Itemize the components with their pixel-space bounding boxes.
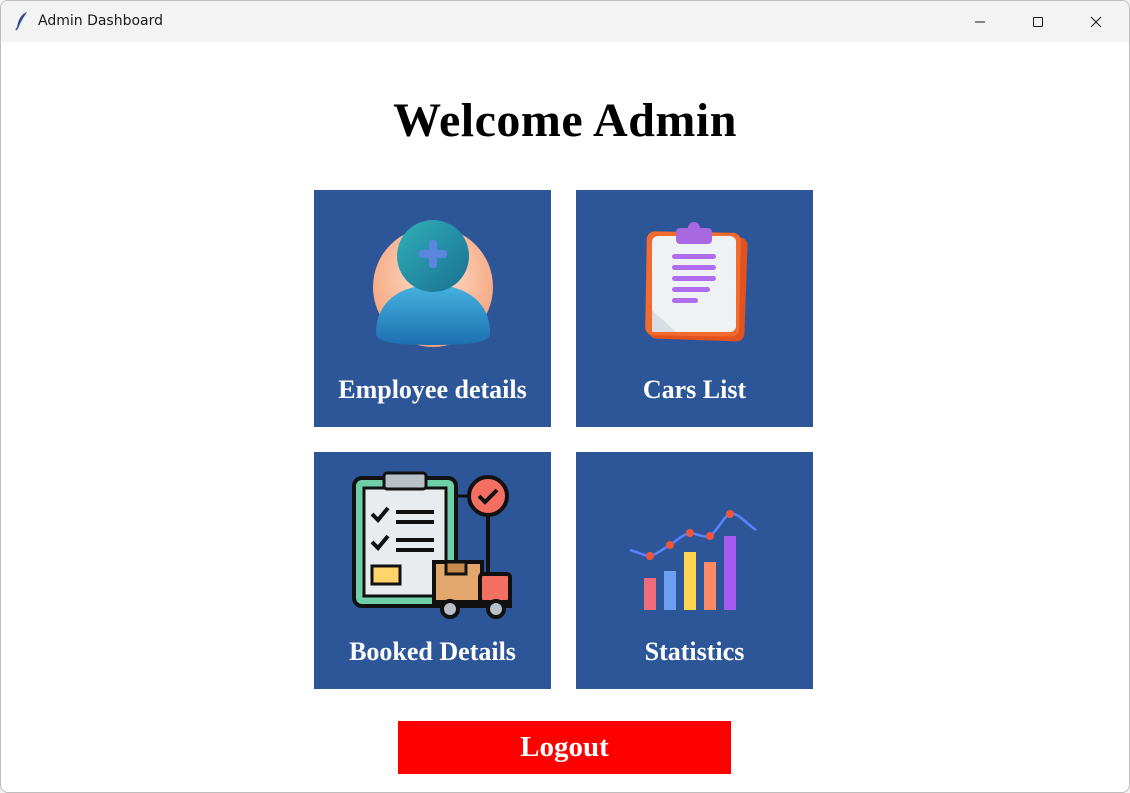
close-icon bbox=[1090, 16, 1102, 27]
logout-button[interactable]: Logout bbox=[398, 721, 731, 774]
maximize-icon bbox=[1033, 16, 1043, 27]
employee-details-button[interactable]: Employee details bbox=[314, 190, 551, 427]
welcome-heading: Welcome Admin bbox=[393, 94, 737, 147]
add-user-icon bbox=[373, 220, 493, 347]
bar-chart-icon bbox=[629, 510, 757, 610]
feather-icon bbox=[15, 12, 27, 31]
app-window: Admin Dashboard Welcome Admin Employee d… bbox=[0, 0, 1130, 793]
minimize-button[interactable] bbox=[951, 1, 1009, 42]
tile-label: Statistics bbox=[644, 637, 745, 666]
booking-checklist-icon bbox=[352, 471, 512, 619]
booked-details-button[interactable]: Booked Details bbox=[314, 452, 551, 689]
statistics-button[interactable]: Statistics bbox=[576, 452, 813, 689]
cars-list-button[interactable]: Cars List bbox=[576, 190, 813, 427]
minimize-icon bbox=[975, 21, 985, 22]
close-button[interactable] bbox=[1067, 1, 1125, 42]
tile-label: Employee details bbox=[338, 375, 527, 404]
window-title: Admin Dashboard bbox=[38, 13, 164, 29]
maximize-button[interactable] bbox=[1009, 1, 1067, 42]
tile-label: Booked Details bbox=[349, 637, 516, 666]
title-bar[interactable]: Admin Dashboard bbox=[1, 1, 1129, 42]
tile-label: Cars List bbox=[642, 375, 747, 404]
clipboard-icon bbox=[645, 222, 748, 342]
